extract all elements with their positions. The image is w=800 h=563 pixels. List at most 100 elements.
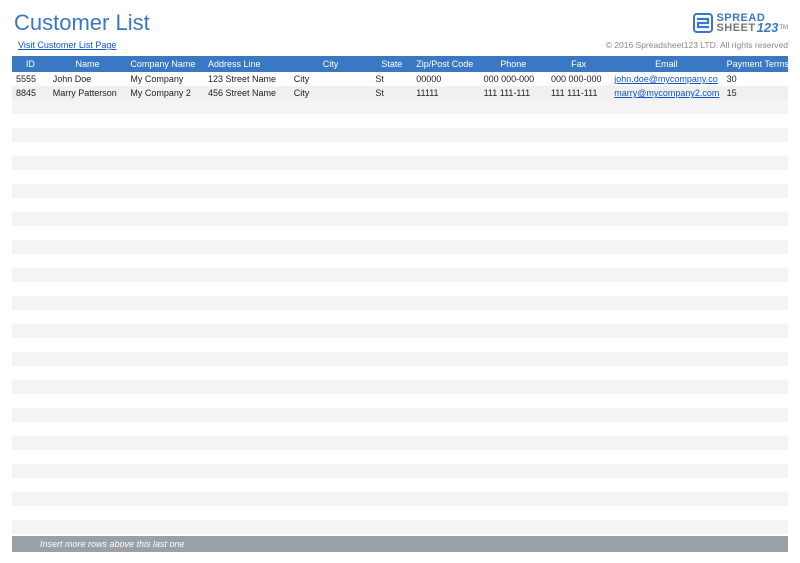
empty-cell[interactable] [126,226,204,240]
empty-cell[interactable] [547,464,610,478]
empty-cell[interactable] [412,520,479,534]
empty-cell[interactable] [126,520,204,534]
empty-cell[interactable] [126,436,204,450]
empty-cell[interactable] [290,520,372,534]
empty-cell[interactable] [547,478,610,492]
empty-cell[interactable] [547,226,610,240]
empty-cell[interactable] [547,366,610,380]
table-row-empty[interactable] [12,394,788,408]
empty-cell[interactable] [371,142,412,156]
cell-state[interactable]: St [371,86,412,100]
empty-cell[interactable] [12,352,49,366]
col-header-terms[interactable]: Payment Terms [723,56,788,72]
empty-cell[interactable] [723,450,788,464]
empty-cell[interactable] [290,240,372,254]
empty-cell[interactable] [480,324,547,338]
cell-phone[interactable]: 000 000-000 [480,72,547,86]
empty-cell[interactable] [290,184,372,198]
cell-company[interactable]: My Company [126,72,204,86]
empty-cell[interactable] [371,282,412,296]
empty-cell[interactable] [480,492,547,506]
table-row-empty[interactable] [12,114,788,128]
cell-zip[interactable]: 11111 [412,86,479,100]
empty-cell[interactable] [480,338,547,352]
empty-cell[interactable] [610,380,722,394]
empty-cell[interactable] [610,352,722,366]
empty-cell[interactable] [723,100,788,114]
empty-cell[interactable] [610,310,722,324]
empty-cell[interactable] [480,296,547,310]
empty-cell[interactable] [610,324,722,338]
empty-cell[interactable] [204,310,290,324]
empty-cell[interactable] [290,394,372,408]
empty-cell[interactable] [610,100,722,114]
empty-cell[interactable] [12,366,49,380]
empty-cell[interactable] [12,212,49,226]
empty-cell[interactable] [126,422,204,436]
empty-cell[interactable] [412,366,479,380]
empty-cell[interactable] [290,198,372,212]
empty-cell[interactable] [126,184,204,198]
empty-cell[interactable] [610,450,722,464]
table-row-empty[interactable] [12,520,788,534]
empty-cell[interactable] [412,240,479,254]
empty-cell[interactable] [480,226,547,240]
empty-cell[interactable] [371,380,412,394]
table-row-empty[interactable] [12,464,788,478]
table-row-empty[interactable] [12,170,788,184]
col-header-address[interactable]: Address Line [204,56,290,72]
empty-cell[interactable] [723,170,788,184]
empty-cell[interactable] [49,142,127,156]
empty-cell[interactable] [723,324,788,338]
empty-cell[interactable] [412,408,479,422]
empty-cell[interactable] [547,114,610,128]
empty-cell[interactable] [204,464,290,478]
empty-cell[interactable] [610,478,722,492]
col-header-phone[interactable]: Phone [480,56,547,72]
empty-cell[interactable] [126,366,204,380]
table-row-empty[interactable] [12,324,788,338]
empty-cell[interactable] [610,296,722,310]
empty-cell[interactable] [610,268,722,282]
empty-cell[interactable] [126,408,204,422]
empty-cell[interactable] [126,198,204,212]
empty-cell[interactable] [204,520,290,534]
empty-cell[interactable] [126,478,204,492]
empty-cell[interactable] [12,324,49,338]
empty-cell[interactable] [12,268,49,282]
empty-cell[interactable] [371,310,412,324]
empty-cell[interactable] [49,422,127,436]
empty-cell[interactable] [12,198,49,212]
empty-cell[interactable] [610,506,722,520]
empty-cell[interactable] [610,128,722,142]
empty-cell[interactable] [371,520,412,534]
col-header-state[interactable]: State [371,56,412,72]
empty-cell[interactable] [412,100,479,114]
empty-cell[interactable] [126,268,204,282]
empty-cell[interactable] [412,338,479,352]
empty-cell[interactable] [204,114,290,128]
col-header-email[interactable]: Email [610,56,722,72]
empty-cell[interactable] [204,380,290,394]
empty-cell[interactable] [412,128,479,142]
table-row-empty[interactable] [12,506,788,520]
table-row-empty[interactable] [12,184,788,198]
cell-email[interactable]: marry@mycompany2.com [610,86,722,100]
cell-email[interactable]: john.doe@mycompany.co [610,72,722,86]
empty-cell[interactable] [723,142,788,156]
empty-cell[interactable] [49,380,127,394]
empty-cell[interactable] [547,296,610,310]
empty-cell[interactable] [371,394,412,408]
empty-cell[interactable] [290,114,372,128]
empty-cell[interactable] [12,394,49,408]
empty-cell[interactable] [49,268,127,282]
empty-cell[interactable] [412,254,479,268]
empty-cell[interactable] [126,338,204,352]
empty-cell[interactable] [204,492,290,506]
empty-cell[interactable] [49,436,127,450]
empty-cell[interactable] [547,198,610,212]
empty-cell[interactable] [49,296,127,310]
cell-address[interactable]: 456 Street Name [204,86,290,100]
empty-cell[interactable] [49,128,127,142]
empty-cell[interactable] [610,198,722,212]
